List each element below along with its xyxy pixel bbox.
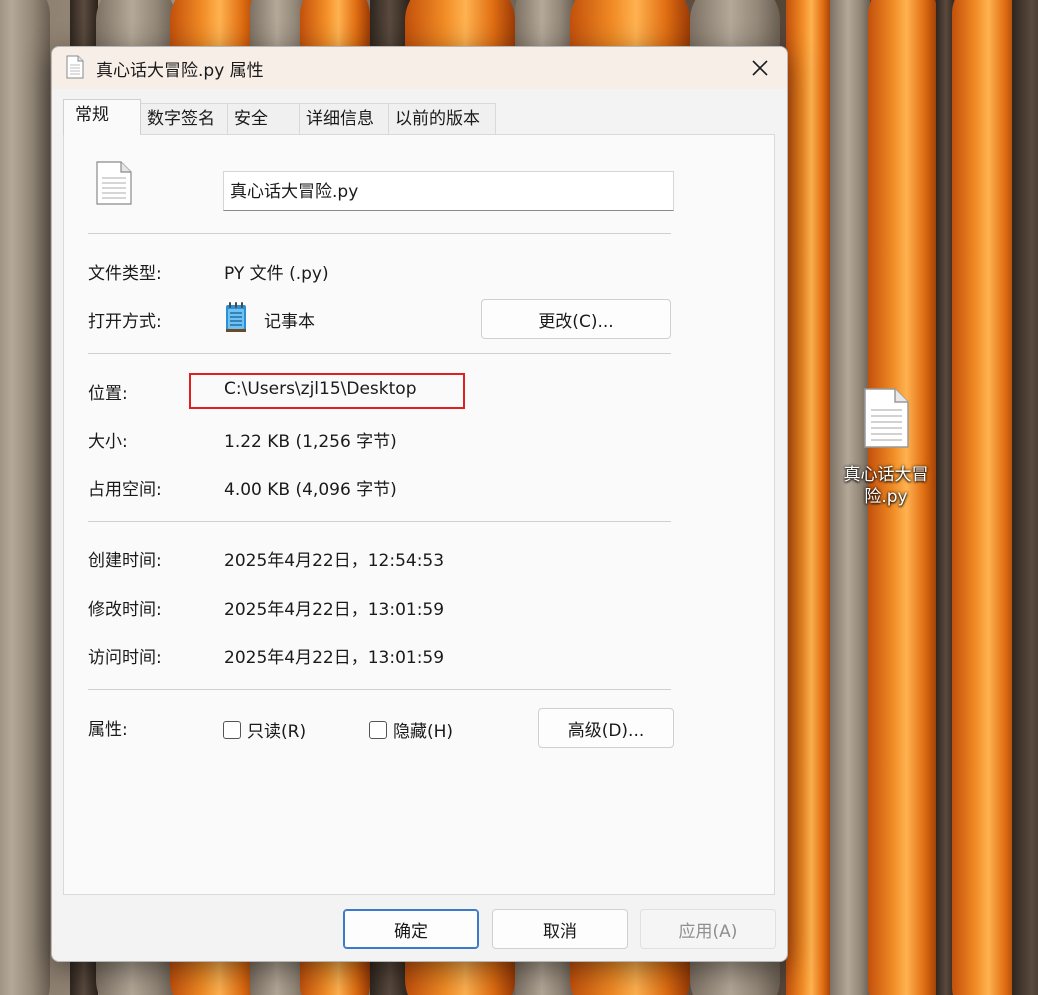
size-label: 大小: bbox=[88, 432, 128, 452]
text-file-icon bbox=[66, 55, 84, 79]
tab-previous-versions[interactable]: 以前的版本 bbox=[388, 103, 496, 134]
apply-button[interactable]: 应用(A) bbox=[640, 909, 776, 949]
general-panel: 文件类型: PY 文件 (.py) 打开方式: 记事本 更改(C)... 位置:… bbox=[63, 134, 775, 895]
created-label: 创建时间: bbox=[88, 551, 162, 571]
file-name-input[interactable] bbox=[223, 171, 674, 211]
tab-general[interactable]: 常规 bbox=[63, 99, 141, 135]
separator bbox=[88, 689, 671, 690]
cancel-button[interactable]: 取消 bbox=[492, 909, 628, 949]
advanced-button[interactable]: 高级(D)... bbox=[538, 708, 674, 748]
disk-size-value: 4.00 KB (4,096 字节) bbox=[224, 480, 397, 500]
highlight-box bbox=[189, 373, 465, 409]
desktop-file-label: 真心话大冒险.py bbox=[843, 465, 929, 507]
ok-button[interactable]: 确定 bbox=[343, 909, 479, 949]
checkbox-box[interactable] bbox=[369, 720, 387, 739]
text-file-icon bbox=[864, 388, 909, 448]
separator bbox=[88, 521, 671, 522]
desktop-file-icon[interactable]: 真心话大冒险.py bbox=[832, 388, 940, 508]
title-bar[interactable]: 真心话大冒险.py 属性 bbox=[52, 47, 787, 89]
readonly-checkbox-label: 只读(R) bbox=[247, 722, 307, 742]
close-button[interactable] bbox=[743, 52, 777, 84]
readonly-checkbox[interactable]: 只读(R) bbox=[223, 717, 306, 742]
disk-size-label: 占用空间: bbox=[88, 480, 162, 500]
file-type-value: PY 文件 (.py) bbox=[224, 264, 329, 284]
close-icon bbox=[752, 60, 768, 76]
properties-dialog: 真心话大冒险.py 属性 常规 数字签名 安全 详细信息 以前的版本 真心话大冒… bbox=[51, 46, 788, 962]
accessed-label: 访问时间: bbox=[88, 648, 162, 668]
attributes-label: 属性: bbox=[88, 720, 128, 740]
tab-details[interactable]: 详细信息 bbox=[299, 103, 389, 134]
separator bbox=[88, 353, 671, 354]
location-label: 位置: bbox=[88, 384, 128, 404]
file-type-label: 文件类型: bbox=[88, 264, 162, 284]
hidden-checkbox[interactable]: 隐藏(H) bbox=[369, 717, 453, 742]
tab-digital-signature[interactable]: 数字签名 bbox=[140, 103, 228, 134]
hidden-checkbox-label: 隐藏(H) bbox=[393, 722, 454, 742]
dialog-title: 真心话大冒险.py 属性 bbox=[96, 61, 264, 81]
created-value: 2025年4月22日，12:54:53 bbox=[224, 551, 445, 571]
accessed-value: 2025年4月22日，13:01:59 bbox=[224, 648, 445, 668]
text-file-icon bbox=[96, 161, 132, 205]
separator bbox=[88, 233, 671, 234]
tab-security[interactable]: 安全 bbox=[227, 103, 300, 134]
modified-value: 2025年4月22日，13:01:59 bbox=[224, 600, 445, 620]
checkbox-box[interactable] bbox=[223, 720, 241, 739]
modified-label: 修改时间: bbox=[88, 600, 162, 620]
size-value: 1.22 KB (1,256 字节) bbox=[224, 432, 397, 452]
open-with-value: 记事本 bbox=[264, 312, 315, 332]
notepad-icon bbox=[226, 302, 246, 332]
open-with-label: 打开方式: bbox=[88, 312, 162, 332]
change-button[interactable]: 更改(C)... bbox=[481, 299, 671, 339]
